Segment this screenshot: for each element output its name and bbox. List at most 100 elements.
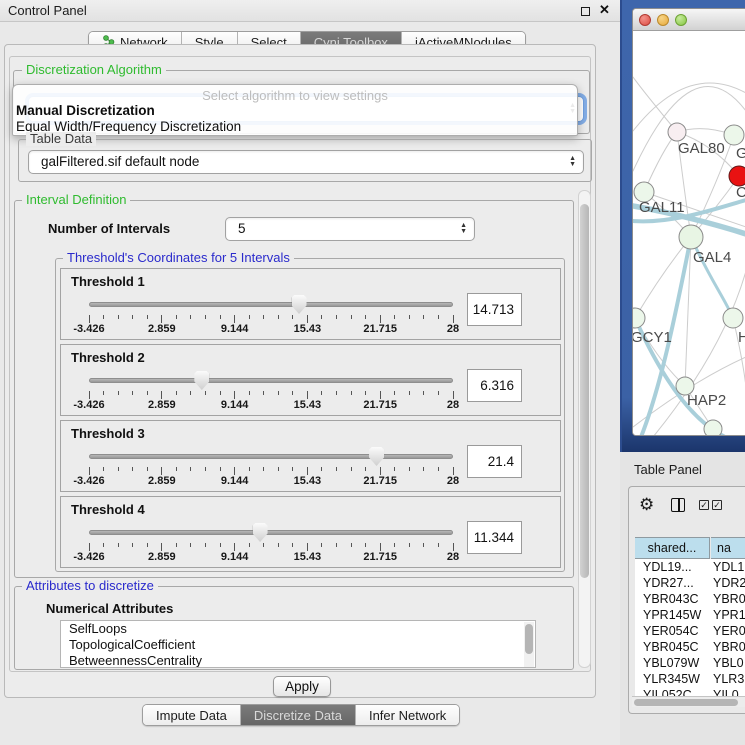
table-cell[interactable]: YBR0 <box>713 639 745 655</box>
table-cell[interactable]: YDL19... <box>643 559 692 575</box>
tick-mark <box>249 315 250 319</box>
minimize-traffic-light[interactable] <box>657 14 669 26</box>
network-node-gcy1[interactable] <box>633 308 645 328</box>
algorithm-placeholder-option[interactable]: Select algorithm to view settings <box>13 88 577 103</box>
table-hscrollbar-thumb[interactable] <box>634 699 738 706</box>
tick-mark <box>176 467 177 471</box>
network-canvas[interactable]: GAL80GACGAL11GAL4GCY1HAHAP2 <box>633 31 745 436</box>
threshold-value-field[interactable]: 21.4 <box>467 445 522 478</box>
table-data-select[interactable]: galFiltered.sif default node ▲▼ <box>28 150 584 174</box>
checkbox-icon[interactable]: ✓ <box>712 500 722 510</box>
tick-mark <box>292 543 293 547</box>
tick-mark <box>438 467 439 471</box>
float-window-icon[interactable] <box>581 7 590 16</box>
network-node-ga[interactable] <box>724 125 744 145</box>
network-edge[interactable] <box>633 77 677 132</box>
tick-mark <box>263 543 264 547</box>
tick-mark <box>438 391 439 395</box>
tick-mark <box>351 315 352 319</box>
table-cell[interactable]: YDL1 <box>713 559 744 575</box>
tick-mark <box>321 315 322 319</box>
node-label: GAL11 <box>639 199 685 216</box>
slider-track[interactable] <box>89 302 453 307</box>
tab-infer-network[interactable]: Infer Network <box>356 705 459 725</box>
table-cell[interactable]: YBL0 <box>713 655 744 671</box>
screenshot-root: Control Panel ✕ NetworkStyleSelectCyni T… <box>0 0 745 745</box>
slider-track[interactable] <box>89 378 453 383</box>
main-scrollbar-thumb[interactable] <box>580 204 589 578</box>
tab-discretize-data[interactable]: Discretize Data <box>241 705 356 725</box>
list-scrollbar[interactable] <box>524 622 534 668</box>
tick-mark <box>220 543 221 547</box>
slider-thumb[interactable] <box>253 523 268 542</box>
table-cell[interactable]: YIL0 <box>713 687 739 696</box>
node-label: GCY1 <box>633 329 672 346</box>
slider-track[interactable] <box>89 530 453 535</box>
table-panel-title: Table Panel <box>634 462 702 477</box>
slider-track[interactable] <box>89 454 453 459</box>
list-item[interactable]: TopologicalCoefficient <box>61 637 535 653</box>
algorithm-option-manual[interactable]: Manual Discretization <box>16 103 155 118</box>
tick-mark <box>103 391 104 395</box>
table-cell[interactable]: YER054C <box>643 623 699 639</box>
tick-mark <box>365 315 366 319</box>
table-cell[interactable]: YLR3 <box>713 671 744 687</box>
network-node-ha[interactable] <box>723 308 743 328</box>
table-cell[interactable]: YPR145W <box>643 607 701 623</box>
tab-impute-data[interactable]: Impute Data <box>143 705 241 725</box>
table-cell[interactable]: YDR2 <box>713 575 745 591</box>
num-intervals-select[interactable]: 5 ▲▼ <box>225 217 475 241</box>
tick-mark <box>336 467 337 471</box>
table-cell[interactable]: YBR0 <box>713 591 745 607</box>
scale-label: -3.426 <box>73 551 104 563</box>
list-item[interactable]: BetweennessCentrality <box>61 653 535 668</box>
scale-label: 21.715 <box>363 551 397 563</box>
table-data-group-title: Table Data <box>26 132 96 146</box>
table-cell[interactable]: YDR27... <box>643 575 694 591</box>
network-edge[interactable] <box>633 83 745 131</box>
table-cell[interactable]: YBR045C <box>643 639 699 655</box>
scale-label: 28 <box>447 475 459 487</box>
network-window-titlebar[interactable] <box>633 9 745 31</box>
tick-mark <box>176 315 177 319</box>
network-node-gal80[interactable] <box>668 123 686 141</box>
table-cell[interactable]: YLR345W <box>643 671 700 687</box>
tick-mark <box>205 543 206 547</box>
list-scrollbar-thumb[interactable] <box>525 624 533 654</box>
tick-mark <box>438 543 439 547</box>
numerical-attributes-list[interactable]: SelfLoopsTopologicalCoefficientBetweenne… <box>60 620 536 668</box>
gear-icon[interactable]: ⚙ <box>639 497 654 514</box>
split-columns-icon[interactable] <box>671 498 685 512</box>
slider-thumb[interactable] <box>194 371 209 390</box>
network-node-gal4[interactable] <box>679 225 703 249</box>
zoom-traffic-light[interactable] <box>675 14 687 26</box>
threshold-value-field[interactable]: 6.316 <box>467 369 522 402</box>
tick-mark <box>394 543 395 547</box>
table-cell[interactable]: YER0 <box>713 623 745 639</box>
threshold-value-field[interactable]: 14.713 <box>467 293 522 326</box>
apply-button[interactable]: Apply <box>273 676 331 697</box>
table-cell[interactable]: YIL052C <box>643 687 692 696</box>
table-cell[interactable]: YPR1 <box>713 607 745 623</box>
column-header-na[interactable]: na <box>711 537 745 559</box>
column-header-shared[interactable]: shared... <box>635 537 710 559</box>
table-cell[interactable]: YBL079W <box>643 655 699 671</box>
table-hscrollbar[interactable] <box>632 696 745 707</box>
tick-mark <box>394 467 395 471</box>
close-traffic-light[interactable] <box>639 14 651 26</box>
tick-mark <box>336 391 337 395</box>
tick-mark <box>161 391 162 399</box>
main-scrollbar[interactable] <box>578 190 591 668</box>
scale-label: 28 <box>447 399 459 411</box>
close-icon[interactable]: ✕ <box>599 2 610 18</box>
checkbox-icon[interactable]: ✓ <box>699 500 709 510</box>
network-node-c[interactable] <box>729 166 745 186</box>
list-item[interactable]: SelfLoops <box>61 621 535 637</box>
threshold-row-2: Threshold 2-3.4262.8599.14415.4321.71528… <box>60 344 561 416</box>
slider-thumb[interactable] <box>369 447 384 466</box>
tick-mark <box>103 315 104 319</box>
network-node[interactable] <box>704 420 722 436</box>
slider-thumb[interactable] <box>292 295 307 314</box>
threshold-value-field[interactable]: 11.344 <box>467 521 522 554</box>
table-cell[interactable]: YBR043C <box>643 591 699 607</box>
